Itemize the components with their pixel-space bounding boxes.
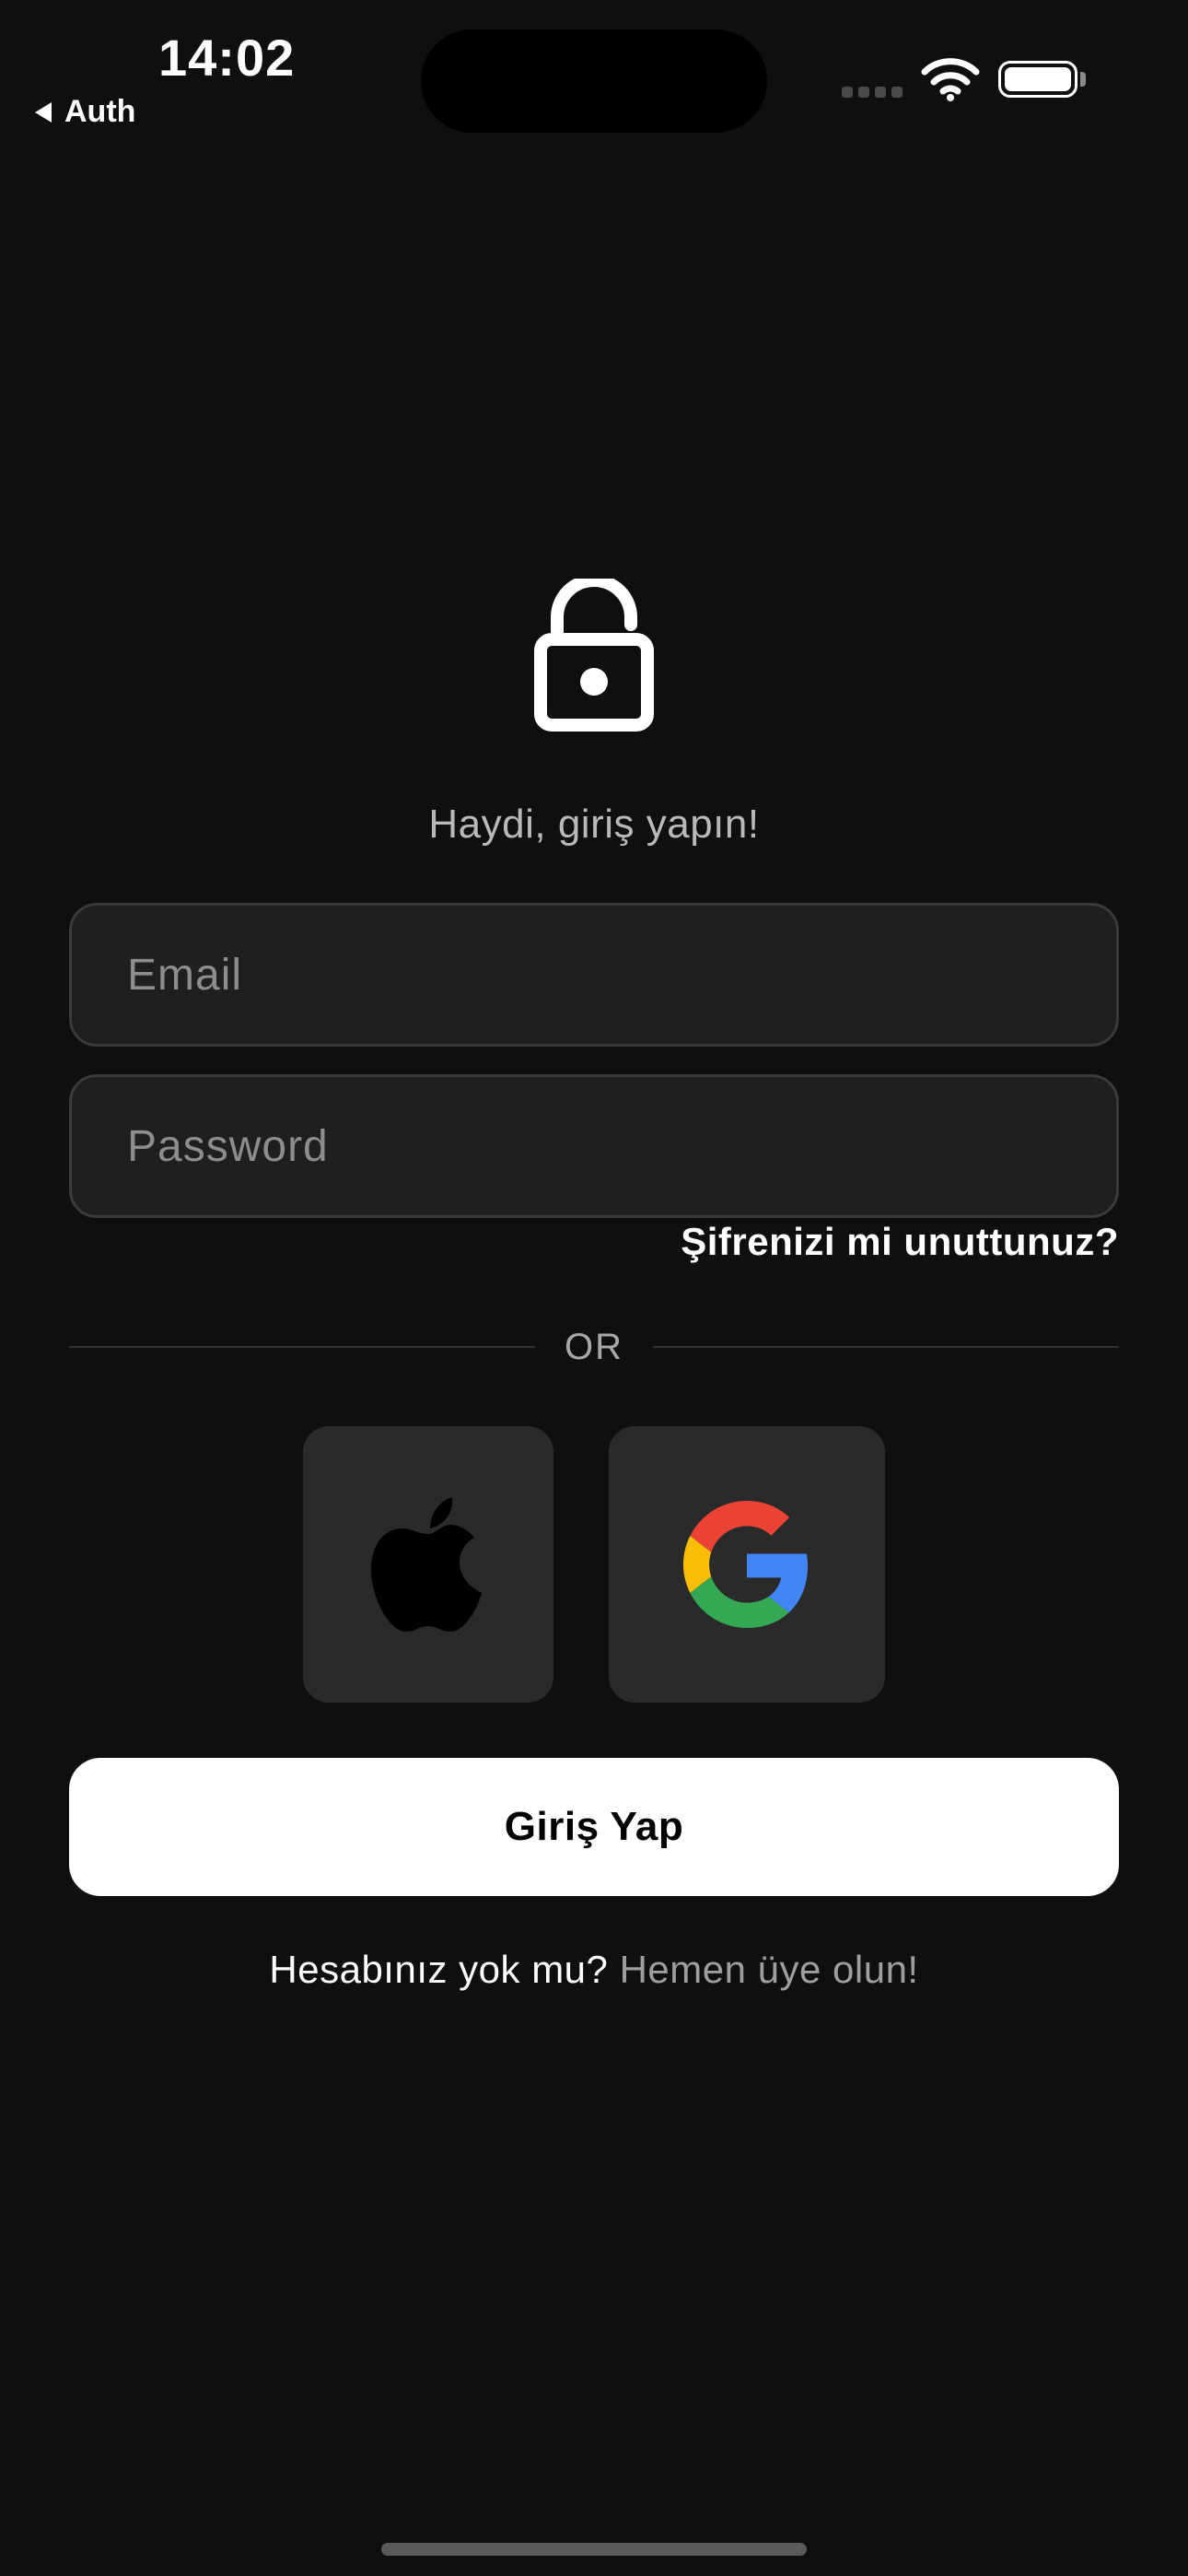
back-triangle-icon <box>35 101 52 123</box>
battery-cap <box>1080 72 1086 87</box>
google-sign-in-button[interactable] <box>609 1426 885 1703</box>
unlocked-padlock-icon <box>534 579 654 732</box>
password-field[interactable] <box>69 1074 1119 1218</box>
home-indicator[interactable] <box>381 2543 807 2556</box>
apple-sign-in-button[interactable] <box>303 1426 553 1703</box>
login-subtitle: Haydi, giriş yapın! <box>428 802 760 847</box>
google-logo-icon <box>683 1501 809 1628</box>
divider-text: OR <box>565 1326 623 1367</box>
signup-row: Hesabınız yok mu? Hemen üye olun! <box>0 1948 1188 1992</box>
cellular-signal-icon <box>842 87 903 98</box>
divider-line-left <box>69 1346 535 1348</box>
status-time: 14:02 <box>158 29 296 87</box>
signup-link[interactable]: Hemen üye olun! <box>620 1948 919 1991</box>
back-app-label: Auth <box>64 94 136 129</box>
login-button[interactable]: Giriş Yap <box>69 1758 1119 1896</box>
email-field[interactable] <box>69 903 1119 1047</box>
apple-logo-icon <box>371 1497 482 1632</box>
battery-icon <box>998 61 1077 98</box>
back-to-app-link[interactable]: Auth <box>35 94 135 130</box>
forgot-password-link[interactable]: Şifrenizi mi unuttunuz? <box>681 1220 1119 1264</box>
dynamic-island <box>421 29 767 133</box>
divider-line-right <box>653 1346 1119 1348</box>
wifi-icon <box>921 58 980 101</box>
signup-prompt: Hesabınız yok mu? <box>269 1948 609 1991</box>
or-divider: OR <box>69 1319 1119 1375</box>
